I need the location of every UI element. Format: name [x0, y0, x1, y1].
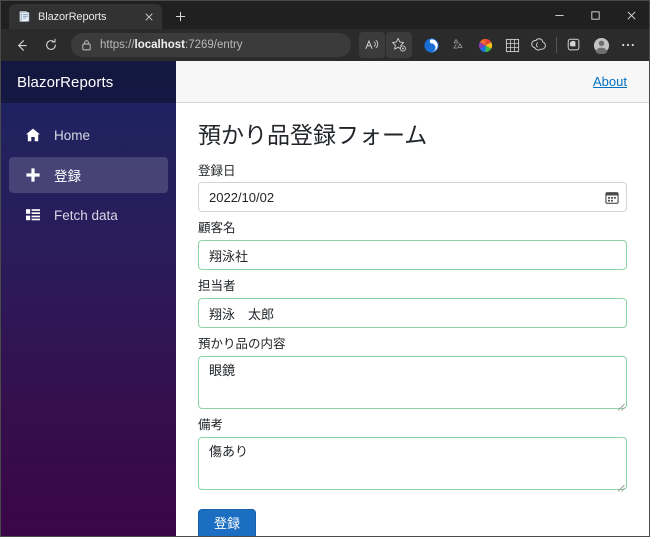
- toolbar-separator: [556, 37, 557, 53]
- maximize-button[interactable]: [577, 1, 613, 29]
- sidebar-item-fetch-data[interactable]: Fetch data: [9, 197, 168, 233]
- tab-strip: BlazorReports: [1, 1, 649, 29]
- split-screen-icon[interactable]: [445, 32, 471, 58]
- home-icon: [25, 127, 41, 143]
- toolbar-icons: [359, 32, 641, 58]
- customer-name-input[interactable]: [198, 240, 627, 271]
- item-contents-textarea[interactable]: [198, 356, 627, 410]
- new-tab-button[interactable]: [168, 4, 193, 29]
- sidebar-item-entry[interactable]: 登録: [9, 157, 168, 193]
- add-to-favorites-icon[interactable]: [386, 32, 412, 58]
- url-bar[interactable]: https://localhost:7269/entry: [71, 33, 351, 57]
- field-label: 備考: [198, 418, 224, 433]
- sidebar-item-label: 登録: [54, 169, 81, 184]
- colorful-extension-icon[interactable]: [472, 32, 498, 58]
- field-remarks: 備考: [198, 417, 627, 492]
- entry-form: 預かり品登録フォーム 登録日 2022/10/02 顧客名 翔泳社 担当者 翔泳…: [176, 103, 649, 536]
- app-brand-title[interactable]: BlazorReports: [17, 74, 113, 91]
- field-customer-name: 顧客名: [198, 220, 627, 271]
- plus-icon: [25, 167, 41, 183]
- person-in-charge-input[interactable]: [198, 298, 627, 329]
- copilot-icon[interactable]: [526, 32, 552, 58]
- sidebar-nav-items: Home 登録 Fetch data: [1, 103, 176, 237]
- address-toolbar: https://localhost:7269/entry: [1, 29, 649, 61]
- remarks-textarea[interactable]: [198, 436, 627, 490]
- page-viewport: BlazorReports Home 登録 Fetch data About 預…: [1, 61, 649, 536]
- sidebar-item-label: Fetch data: [54, 207, 118, 223]
- field-person-in-charge: 担当者: [198, 278, 627, 329]
- calendar-icon[interactable]: [604, 190, 619, 205]
- submit-button[interactable]: 登録: [198, 508, 257, 536]
- field-label: 担当者: [198, 279, 236, 294]
- window-controls: [541, 1, 649, 29]
- url-text: https://localhost:7269/entry: [100, 39, 243, 51]
- browser-window: BlazorReports https://localhost:7269/ent…: [0, 0, 650, 537]
- field-label: 登録日: [198, 163, 236, 178]
- registration-date-input[interactable]: [198, 182, 627, 213]
- list-grid-icon: [25, 207, 41, 223]
- page-title: 預かり品登録フォーム: [198, 122, 428, 148]
- field-label: 顧客名: [198, 221, 236, 236]
- field-label: 預かり品の内容: [198, 337, 286, 352]
- tab-close-icon[interactable]: [141, 9, 156, 24]
- sidebar-brand-bar: BlazorReports: [1, 61, 176, 103]
- refresh-icon[interactable]: [37, 32, 65, 58]
- field-item-contents: 預かり品の内容: [198, 336, 627, 411]
- field-registration-date: 登録日: [198, 163, 627, 213]
- profile-avatar-icon[interactable]: [588, 32, 614, 58]
- back-arrow-icon[interactable]: [7, 32, 35, 58]
- sidebar-item-home[interactable]: Home: [9, 117, 168, 153]
- tab-title: BlazorReports: [38, 10, 107, 23]
- close-window-button[interactable]: [613, 1, 649, 29]
- read-aloud-icon[interactable]: [359, 32, 385, 58]
- settings-more-icon[interactable]: [615, 32, 641, 58]
- collections-icon[interactable]: [561, 32, 587, 58]
- browser-tab[interactable]: BlazorReports: [9, 4, 162, 29]
- browser-essentials-icon[interactable]: [418, 32, 444, 58]
- lock-icon: [81, 39, 92, 51]
- content-topbar: About: [176, 61, 649, 103]
- minimize-button[interactable]: [541, 1, 577, 29]
- app-sidebar: BlazorReports Home 登録 Fetch data: [1, 61, 176, 536]
- sidebar-item-label: Home: [54, 127, 91, 143]
- page-favicon-icon: [18, 10, 31, 23]
- app-content: About 預かり品登録フォーム 登録日 2022/10/02 顧客名 翔泳社 …: [176, 61, 649, 536]
- about-link[interactable]: About: [593, 74, 627, 89]
- app-grid-icon[interactable]: [499, 32, 525, 58]
